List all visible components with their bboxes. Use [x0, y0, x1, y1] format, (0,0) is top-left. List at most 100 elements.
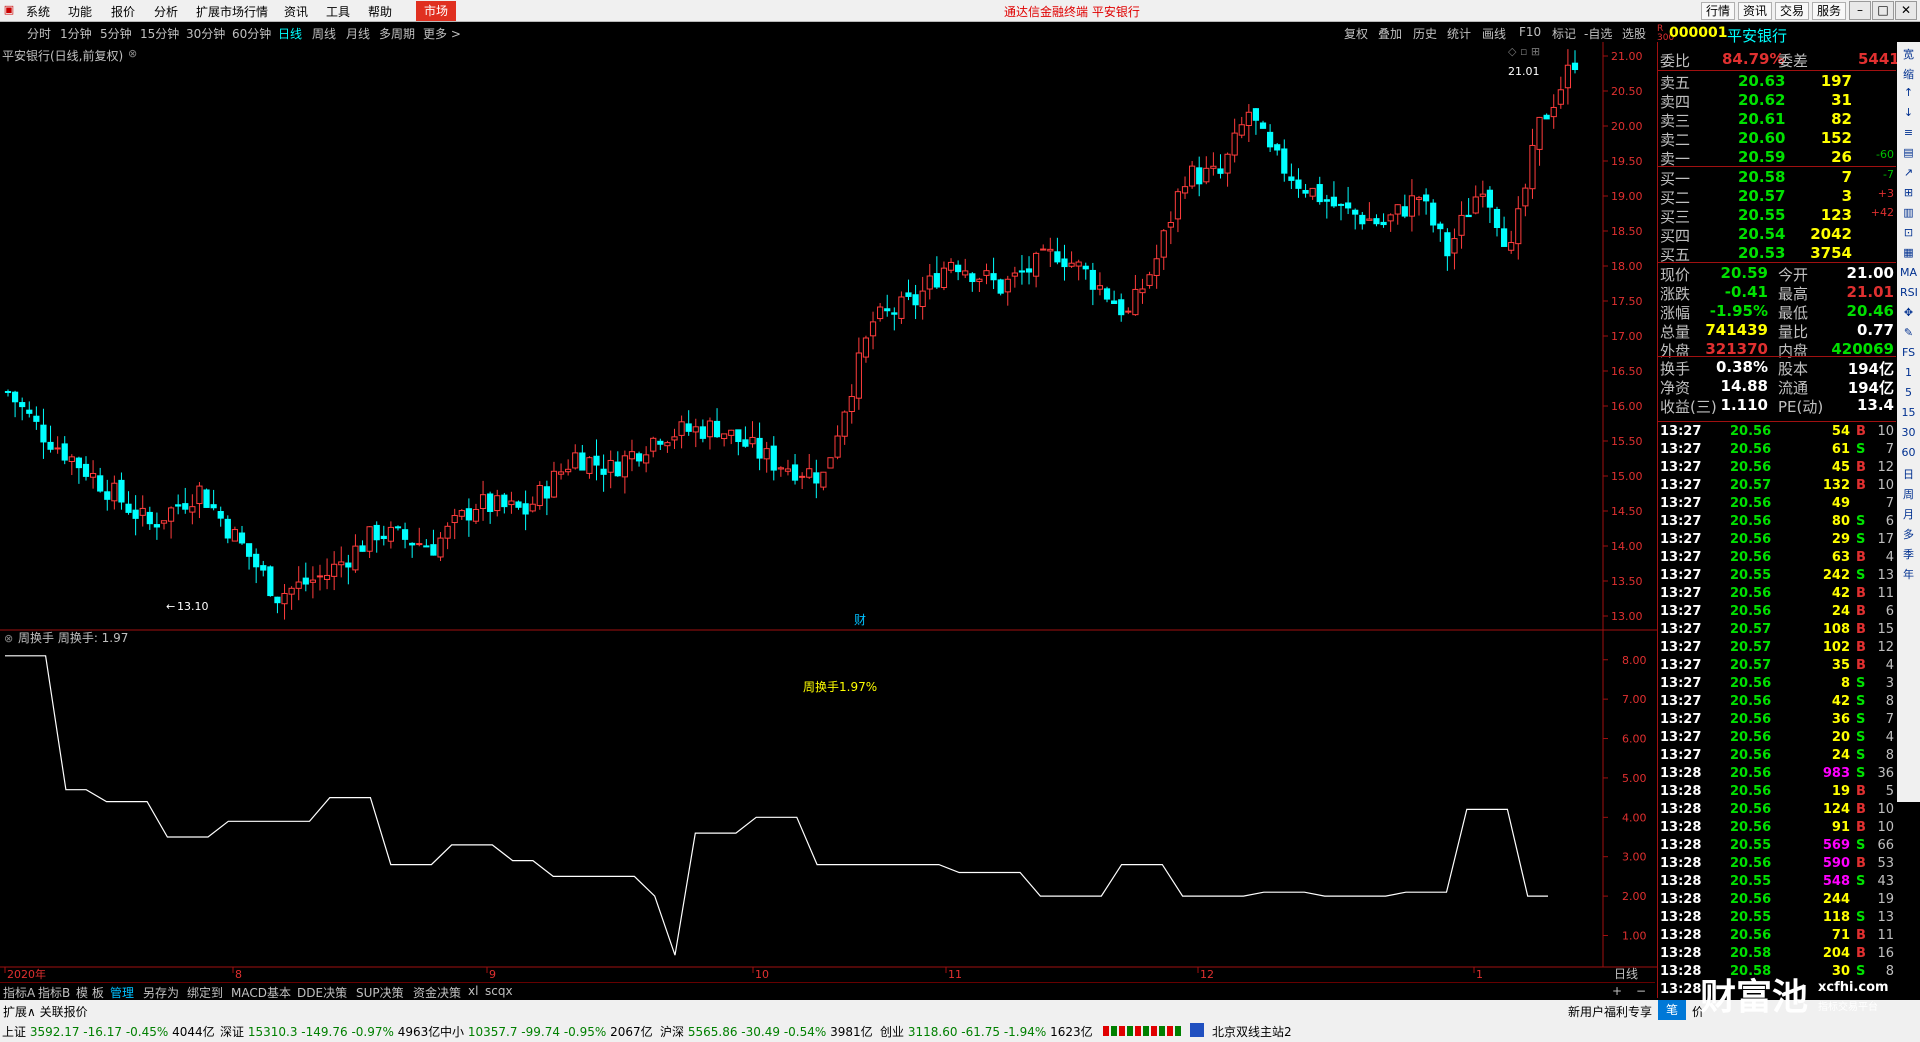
side-tool-icon[interactable]: 宽: [1900, 46, 1917, 62]
zoom-out-icon[interactable]: −: [1636, 984, 1646, 998]
tab-indicator-b[interactable]: 指标B: [38, 984, 70, 1001]
side-tool-icon[interactable]: RSI: [1900, 286, 1918, 299]
side-tool-icon[interactable]: ⊞: [1900, 186, 1917, 199]
tab-indicator-a[interactable]: 指标A: [3, 984, 35, 1001]
tab-scqx[interactable]: scqx: [485, 984, 513, 998]
tab-save-as[interactable]: 另存为: [143, 984, 179, 1001]
ask-row[interactable]: 卖五 20.63 197: [1658, 72, 1896, 92]
menu-analysis[interactable]: 分析: [154, 3, 178, 20]
tab-macd[interactable]: MACD基本: [231, 984, 291, 1001]
tool-f10[interactable]: F10: [1519, 25, 1541, 39]
side-tool-icon[interactable]: 日: [1900, 466, 1917, 482]
bid-row[interactable]: 买一 20.58 7 -7: [1658, 168, 1896, 188]
chart-settings-icon[interactable]: ◇ ▫ ⊞: [1508, 45, 1540, 58]
side-tool-icon[interactable]: ↗: [1900, 166, 1917, 179]
period-more[interactable]: 更多 >: [423, 25, 461, 42]
tab-capital[interactable]: 资金决策: [413, 984, 461, 1001]
side-tool-icon[interactable]: 月: [1900, 506, 1917, 522]
period-1min[interactable]: 1分钟: [60, 25, 92, 42]
index-quote[interactable]: 沪深 5565.86 -30.49 -0.54% 3981亿: [660, 1023, 873, 1040]
tab-bind-to[interactable]: 绑定到: [187, 984, 223, 1001]
side-tool-icon[interactable]: 1: [1900, 366, 1917, 379]
ext-toggle[interactable]: 扩展∧ 关联报价: [3, 1003, 88, 1020]
bid-row[interactable]: 买五 20.53 3754: [1658, 244, 1896, 264]
bid-row[interactable]: 买三 20.55 123 +42: [1658, 206, 1896, 226]
index-quote[interactable]: 创业 3118.60 -61.75 -1.94% 1623亿: [880, 1023, 1093, 1040]
menu-quote[interactable]: 报价: [111, 3, 135, 20]
side-tool-icon[interactable]: 15: [1900, 406, 1917, 419]
trade-button[interactable]: 交易: [1775, 2, 1810, 20]
maximize-button[interactable]: □: [1872, 1, 1894, 20]
period-daily[interactable]: 日线: [278, 25, 302, 42]
ask-row[interactable]: 卖三 20.61 82: [1658, 110, 1896, 130]
period-fenshi[interactable]: 分时: [27, 25, 51, 42]
server-name[interactable]: 北京双线主站2: [1212, 1023, 1292, 1040]
side-tool-icon[interactable]: ▤: [1900, 146, 1917, 159]
period-multi[interactable]: 多周期: [379, 25, 415, 42]
tool-adjust[interactable]: 复权: [1344, 25, 1368, 42]
tool-screener[interactable]: 选股: [1622, 25, 1646, 42]
minimize-button[interactable]: –: [1849, 1, 1871, 20]
tool-draw[interactable]: 画线: [1482, 25, 1506, 42]
zoom-in-icon[interactable]: +: [1612, 984, 1622, 998]
side-tool-icon[interactable]: ▥: [1900, 206, 1917, 219]
side-tool-icon[interactable]: ✎: [1900, 326, 1917, 339]
ask-row[interactable]: 卖一 20.59 26 -60: [1658, 148, 1896, 168]
side-tool-icon[interactable]: ⊡: [1900, 226, 1917, 239]
period-30min[interactable]: 30分钟: [186, 25, 225, 42]
side-tool-icon[interactable]: 季: [1900, 546, 1917, 562]
ask-row[interactable]: 卖四 20.62 31: [1658, 91, 1896, 111]
menu-ext-market[interactable]: 扩展市场行情: [196, 3, 268, 20]
side-tool-icon[interactable]: 周: [1900, 486, 1917, 502]
tool-mark[interactable]: 标记: [1552, 25, 1576, 42]
period-5min[interactable]: 5分钟: [100, 25, 132, 42]
promo-notice[interactable]: 新用户福利专享: [1568, 1003, 1652, 1020]
tab-dde[interactable]: DDE决策: [297, 984, 347, 1001]
indicator-close-icon[interactable]: ⊗: [4, 632, 13, 645]
period-weekly[interactable]: 周线: [312, 25, 336, 42]
side-tool-icon[interactable]: ↓: [1900, 106, 1917, 119]
bid-row[interactable]: 买二 20.57 3 +3: [1658, 187, 1896, 207]
side-tool-icon[interactable]: MA: [1900, 266, 1917, 279]
index-quote[interactable]: 上证 3592.17 -16.17 -0.45% 4044亿: [2, 1023, 215, 1040]
bid-row[interactable]: 买四 20.54 2042: [1658, 225, 1896, 245]
side-tool-icon[interactable]: ✥: [1900, 306, 1917, 319]
tab-sup[interactable]: SUP决策: [356, 984, 404, 1001]
menu-news[interactable]: 资讯: [284, 3, 308, 20]
finance-marker[interactable]: 财: [854, 613, 866, 627]
tab-xl[interactable]: xl: [468, 984, 478, 998]
kline-chart[interactable]: 21.0020.5020.0019.5019.0018.5018.0017.50…: [0, 42, 1657, 982]
menu-help[interactable]: 帮助: [368, 3, 392, 20]
tool-stats[interactable]: 统计: [1447, 25, 1471, 42]
side-tool-icon[interactable]: 年: [1900, 566, 1917, 582]
tool-history[interactable]: 历史: [1413, 25, 1437, 42]
period-monthly[interactable]: 月线: [346, 25, 370, 42]
app-logo-icon[interactable]: ▣: [2, 3, 16, 16]
market-tab[interactable]: 市场: [416, 1, 456, 21]
side-tool-icon[interactable]: ≡: [1900, 126, 1917, 139]
period-15min[interactable]: 15分钟: [140, 25, 179, 42]
index-quote[interactable]: 中小 10357.7 -99.74 -0.95% 2067亿: [440, 1023, 653, 1040]
service-button[interactable]: 服务: [1812, 2, 1847, 20]
side-tool-icon[interactable]: 5: [1900, 386, 1917, 399]
tab-template[interactable]: 模 板: [76, 984, 104, 1001]
side-tool-icon[interactable]: 缩: [1900, 66, 1917, 82]
side-tool-icon[interactable]: 60: [1900, 446, 1917, 459]
tab-ticks[interactable]: 笔: [1658, 1000, 1686, 1020]
quote-button[interactable]: 行情: [1701, 2, 1736, 20]
tab-manage[interactable]: 管理: [110, 984, 134, 1001]
news-button[interactable]: 资讯: [1738, 2, 1773, 20]
ask-row[interactable]: 卖二 20.60 152: [1658, 129, 1896, 149]
menu-system[interactable]: 系统: [26, 3, 50, 20]
close-button[interactable]: ✕: [1895, 1, 1917, 20]
side-tool-icon[interactable]: 30: [1900, 426, 1917, 439]
menu-tools[interactable]: 工具: [326, 3, 350, 20]
side-tool-icon[interactable]: FS: [1900, 346, 1917, 359]
side-tool-icon[interactable]: ▦: [1900, 246, 1917, 259]
menu-function[interactable]: 功能: [68, 3, 92, 20]
tool-watchlist[interactable]: -自选: [1584, 25, 1612, 42]
tool-overlay[interactable]: 叠加: [1378, 25, 1402, 42]
side-tool-icon[interactable]: 多: [1900, 526, 1917, 542]
index-quote[interactable]: 深证 15310.3 -149.76 -0.97% 4963亿: [220, 1023, 440, 1040]
period-60min[interactable]: 60分钟: [232, 25, 271, 42]
